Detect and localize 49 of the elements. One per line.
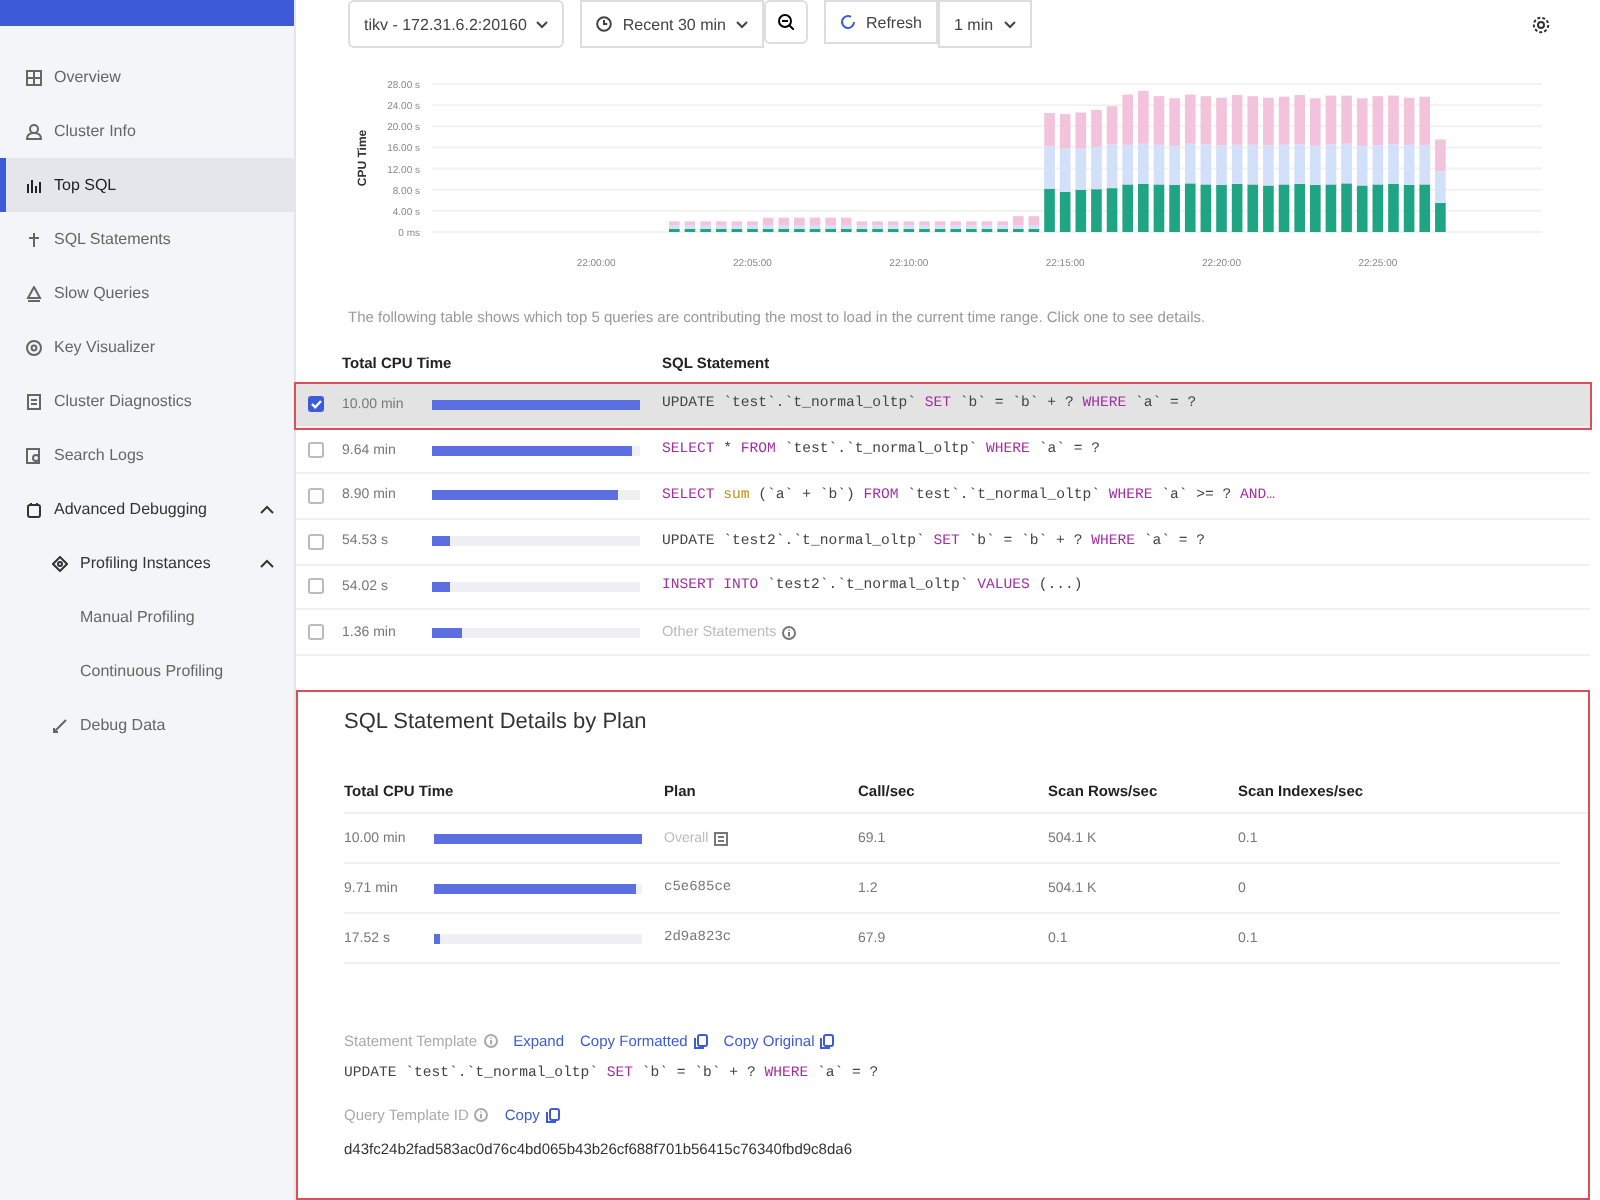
checkbox[interactable]	[308, 578, 324, 595]
nav-item[interactable]: Overview	[0, 50, 294, 104]
diamond-icon	[52, 555, 68, 571]
copy-icon	[693, 1033, 708, 1050]
instance-select[interactable]: tikv - 172.31.6.2:20160	[348, 0, 565, 48]
caret-icon	[735, 19, 748, 29]
info-icon	[483, 1034, 498, 1049]
info-icon	[474, 1108, 489, 1123]
nav-item[interactable]: Debug Data	[0, 698, 294, 752]
nav-item[interactable]: Search Logs	[0, 428, 294, 482]
checkbox[interactable]	[308, 624, 324, 641]
checkbox[interactable]	[308, 533, 324, 550]
nav-item[interactable]: Key Visualizer	[0, 320, 294, 374]
bar-chart-icon	[26, 177, 42, 193]
nav-item[interactable]: Continuous Profiling	[0, 644, 294, 698]
chevron-icon	[260, 558, 274, 568]
nav-item[interactable]: Slow Queries	[0, 266, 294, 320]
nav-item[interactable]: Advanced Debugging	[0, 482, 294, 536]
section-title: SQL Statement Details by Plan	[344, 710, 649, 735]
copy-icon	[820, 1033, 835, 1050]
caret-icon	[1003, 19, 1016, 29]
chevron-icon	[260, 504, 274, 514]
checkbox[interactable]	[308, 487, 324, 504]
checkbox[interactable]	[308, 442, 324, 459]
check-icon	[310, 398, 322, 411]
refresh-button[interactable]: Refresh	[823, 0, 938, 44]
nav-item[interactable]: Profiling Instances	[0, 536, 294, 590]
clock-icon	[596, 16, 613, 32]
nav-item[interactable]: Top SQL	[0, 158, 294, 212]
settings-icon[interactable]	[1532, 15, 1550, 33]
eye-icon	[26, 339, 42, 355]
document-icon	[714, 831, 729, 846]
copy-icon	[545, 1107, 560, 1124]
info-icon	[782, 625, 797, 640]
nav-item[interactable]: Cluster Info	[0, 104, 294, 158]
zoom-out-icon	[777, 14, 794, 30]
clipboard-icon	[26, 393, 42, 409]
interval-select[interactable]: 1 min	[938, 0, 1032, 48]
nav-item[interactable]: Manual Profiling	[0, 590, 294, 644]
refresh-icon	[839, 14, 856, 30]
person-icon	[26, 123, 42, 139]
grid-icon	[26, 69, 42, 85]
file-search-icon	[26, 447, 42, 463]
nav-item[interactable]: SQL Statements	[0, 212, 294, 266]
time-range-select[interactable]: Recent 30 min	[580, 0, 764, 48]
nav-item[interactable]: Cluster Diagnostics	[0, 374, 294, 428]
zoom-out-button[interactable]	[763, 0, 808, 44]
caret-icon	[536, 19, 549, 29]
checkbox[interactable]	[308, 396, 324, 413]
